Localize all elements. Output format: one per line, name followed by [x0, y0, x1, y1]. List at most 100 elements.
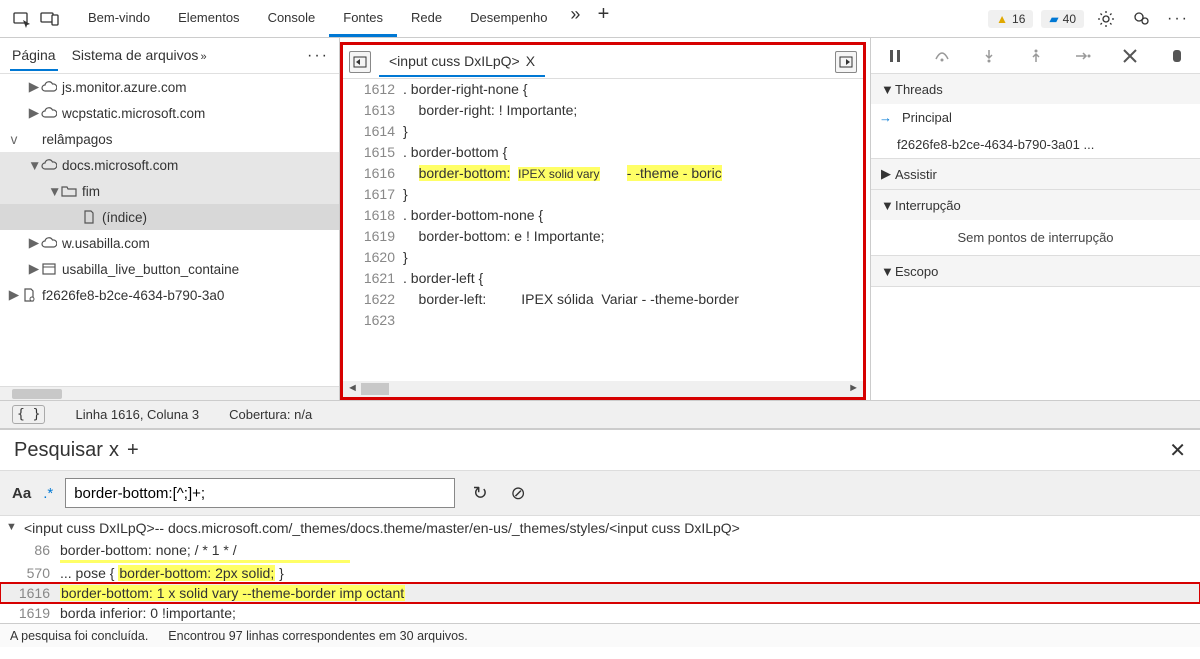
- tab-label: Sistema de arquivos: [72, 47, 199, 63]
- search-result-line[interactable]: 1616border-bottom: 1 x solid vary --them…: [0, 583, 1200, 603]
- scope-header[interactable]: ▼Escopo: [871, 256, 1200, 286]
- tab-welcome[interactable]: Bem-vindo: [74, 0, 164, 37]
- nav-forward-icon[interactable]: [835, 51, 857, 73]
- match-case-button[interactable]: Aa: [12, 485, 31, 502]
- step-icon[interactable]: [1071, 44, 1095, 68]
- inspect-icon[interactable]: [8, 5, 36, 33]
- watch-header[interactable]: ▶Assistir: [871, 159, 1200, 189]
- warning-count: 16: [1012, 12, 1025, 26]
- pause-icon[interactable]: [883, 44, 907, 68]
- threads-section: ▼Threads Principal f2626fe8-b2ce-4634-b7…: [871, 74, 1200, 159]
- scope-section: ▼Escopo: [871, 256, 1200, 287]
- caret-down-icon: ▼: [881, 264, 895, 279]
- tab-sources[interactable]: Fontes: [329, 0, 397, 37]
- search-result-line[interactable]: 570... pose { border-bottom: 2px solid; …: [0, 563, 1200, 583]
- tree-item[interactable]: ▶wcpstatic.microsoft.com: [0, 100, 339, 126]
- cloud-icon: [40, 237, 58, 249]
- tab-elements[interactable]: Elementos: [164, 0, 253, 37]
- clear-icon[interactable]: ⊘: [505, 480, 531, 506]
- regex-button[interactable]: .*: [43, 485, 53, 502]
- code-lines[interactable]: . border-right-none { border-right: ! Im…: [403, 79, 863, 381]
- tree-scrollbar[interactable]: [0, 386, 339, 400]
- tab-label: Elementos: [178, 10, 239, 25]
- tree-item[interactable]: ▶w.usabilla.com: [0, 230, 339, 256]
- tree-label: fim: [82, 184, 100, 199]
- step-out-icon[interactable]: [1024, 44, 1048, 68]
- tree-item[interactable]: ▶usabilla_live_button_containe: [0, 256, 339, 282]
- watch-section: ▶Assistir: [871, 159, 1200, 190]
- threads-header[interactable]: ▼Threads: [871, 74, 1200, 104]
- deactivate-breakpoints-icon[interactable]: [1118, 44, 1142, 68]
- tree-item[interactable]: ▼fim: [0, 178, 339, 204]
- search-result-line[interactable]: 1619borda inferior: 0 !importante;: [0, 603, 1200, 623]
- scrollbar-thumb[interactable]: [361, 383, 389, 395]
- file-path: <input cuss DxILpQ>-- docs.microsoft.com…: [24, 520, 740, 536]
- pause-exceptions-icon[interactable]: [1165, 44, 1189, 68]
- section-label: Threads: [895, 82, 943, 97]
- tree-item[interactable]: vrelâmpagos: [0, 126, 339, 152]
- result-text: borda inferior: 0 !importante;: [60, 605, 1200, 621]
- thread-worker[interactable]: f2626fe8-b2ce-4634-b790-3a01 ...: [871, 131, 1200, 158]
- info-icon: ▰: [1049, 12, 1058, 26]
- result-file-header[interactable]: <input cuss DxILpQ>-- docs.microsoft.com…: [0, 516, 1200, 540]
- line-gutter: 1612161316141615161616171618161916201621…: [343, 79, 403, 381]
- tree-arrow-icon: v: [8, 132, 20, 147]
- tree-item[interactable]: (índice): [0, 204, 339, 230]
- nav-back-icon[interactable]: [349, 51, 371, 73]
- search-panel: Pesquisar x + ✕ Aa .* ↻ ⊘ <input cuss Dx…: [0, 428, 1200, 647]
- cloud-icon: [40, 159, 58, 171]
- scrollbar-thumb[interactable]: [12, 389, 62, 399]
- tree-item[interactable]: ▶f2626fe8-b2ce-4634-b790-3a0: [0, 282, 339, 308]
- settings-icon[interactable]: [1092, 5, 1120, 33]
- search-close-tab[interactable]: x: [109, 439, 119, 462]
- tree-label: (índice): [102, 210, 147, 225]
- code-body[interactable]: 1612161316141615161616171618161916201621…: [343, 79, 863, 381]
- info-badge[interactable]: ▰40: [1041, 10, 1084, 28]
- close-panel-icon[interactable]: ✕: [1169, 438, 1186, 463]
- navigator-panel: Página Sistema de arquivos» ··· ▶js.moni…: [0, 38, 340, 400]
- device-toggle-icon[interactable]: [36, 5, 64, 33]
- warnings-badge[interactable]: ▲16: [988, 10, 1033, 28]
- caret-right-icon: ▶: [881, 166, 895, 182]
- search-result-line[interactable]: 86border-bottom: none; / * 1 * /: [0, 540, 1200, 560]
- refresh-icon[interactable]: ↻: [467, 480, 493, 506]
- tree-item[interactable]: ▶js.monitor.azure.com: [0, 74, 339, 100]
- more-tabs-icon[interactable]: »: [561, 0, 589, 28]
- result-text: border-bottom: none; / * 1 * /: [60, 542, 1200, 558]
- tab-performance[interactable]: Desempenho: [456, 0, 561, 37]
- editor-tab-label: <input cuss DxILpQ>: [389, 53, 520, 69]
- feedback-icon[interactable]: [1128, 5, 1156, 33]
- add-tab-icon[interactable]: +: [589, 0, 617, 28]
- thread-main[interactable]: Principal: [871, 104, 1200, 131]
- tab-label: Desempenho: [470, 10, 547, 25]
- breakpoints-header[interactable]: ▼Interrupção: [871, 190, 1200, 220]
- tab-label: Fontes: [343, 10, 383, 25]
- step-over-icon[interactable]: [930, 44, 954, 68]
- pretty-print-button[interactable]: { }: [12, 405, 45, 424]
- editor-scrollbar[interactable]: ◄ ►: [343, 381, 863, 397]
- editor-tab[interactable]: <input cuss DxILpQ> X: [379, 47, 545, 77]
- navigator-more-icon[interactable]: ···: [307, 47, 329, 65]
- editor-tabs: <input cuss DxILpQ> X: [343, 45, 863, 79]
- search-add-icon[interactable]: +: [127, 439, 139, 462]
- tree-arrow-icon: ▼: [28, 158, 40, 173]
- tree-item[interactable]: ▼docs.microsoft.com: [0, 152, 339, 178]
- scroll-right-icon[interactable]: ►: [848, 382, 859, 394]
- tab-network[interactable]: Rede: [397, 0, 456, 37]
- tab-filesystem[interactable]: Sistema de arquivos»: [70, 41, 209, 71]
- search-summary: Encontrou 97 linhas correspondentes em 3…: [168, 629, 468, 643]
- tab-console[interactable]: Console: [254, 0, 330, 37]
- scroll-left-icon[interactable]: ◄: [347, 382, 358, 394]
- tab-label: Console: [268, 10, 316, 25]
- file-tree[interactable]: ▶js.monitor.azure.com▶wcpstatic.microsof…: [0, 74, 339, 386]
- close-tab-icon[interactable]: X: [526, 53, 535, 69]
- tab-label: Bem-vindo: [88, 10, 150, 25]
- search-header: Pesquisar x + ✕: [0, 430, 1200, 470]
- step-into-icon[interactable]: [977, 44, 1001, 68]
- tab-page[interactable]: Página: [10, 41, 58, 71]
- cloud-icon: [40, 107, 58, 119]
- search-results: <input cuss DxILpQ>-- docs.microsoft.com…: [0, 516, 1200, 623]
- more-menu-icon[interactable]: ···: [1164, 5, 1192, 33]
- search-input[interactable]: [65, 478, 455, 508]
- chevron-icon: »: [200, 51, 206, 63]
